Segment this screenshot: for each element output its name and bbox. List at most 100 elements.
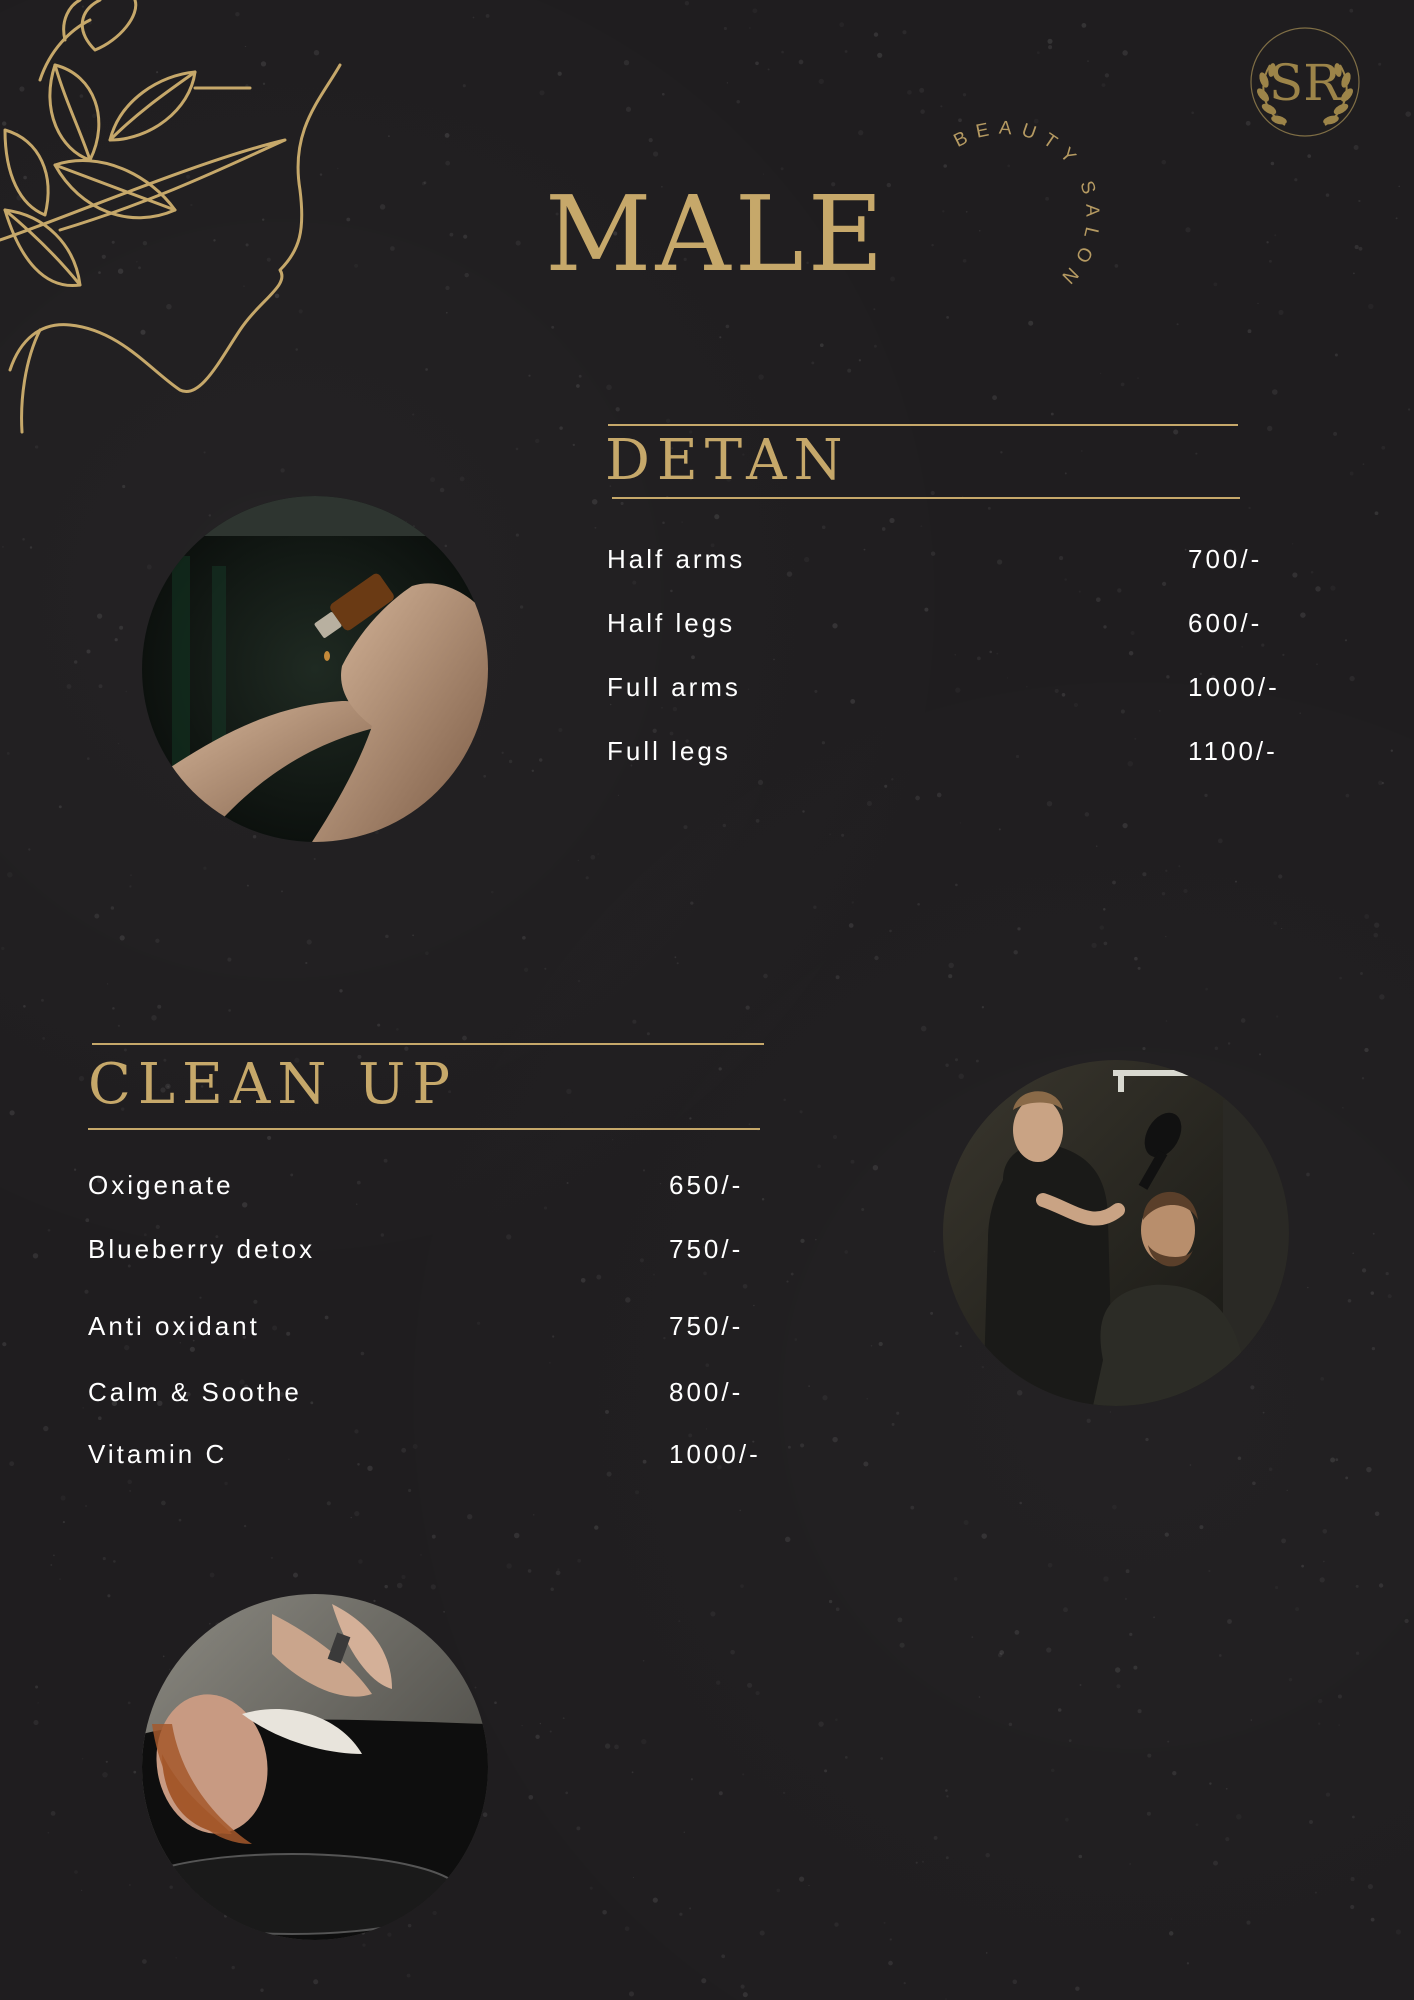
- speckle: [127, 1701, 131, 1705]
- speckle: [1213, 1860, 1218, 1866]
- speckle: [324, 1315, 329, 1320]
- detan-item-price: 700/-: [1188, 544, 1263, 574]
- speckle: [129, 1490, 131, 1492]
- detan-item-name: Half arms: [607, 544, 746, 574]
- speckle: [594, 526, 597, 529]
- speckle: [107, 1594, 111, 1598]
- speckle: [412, 413, 415, 416]
- speckle: [515, 447, 519, 451]
- speckle: [996, 653, 998, 655]
- speckle: [23, 1004, 26, 1008]
- speckle: [199, 1296, 202, 1299]
- speckle: [133, 1770, 137, 1774]
- speckle: [162, 1655, 165, 1658]
- speckle: [718, 1067, 722, 1071]
- speckle: [777, 1889, 781, 1893]
- speckle: [1299, 712, 1301, 714]
- speckle: [1026, 686, 1028, 688]
- speckle: [425, 368, 428, 371]
- speckle: [355, 1203, 358, 1206]
- speckle: [790, 1272, 794, 1276]
- speckle: [80, 1889, 83, 1892]
- speckle: [117, 1024, 120, 1027]
- speckle: [652, 728, 657, 733]
- speckle: [367, 1465, 373, 1472]
- speckle: [590, 854, 596, 860]
- speckle: [800, 1443, 805, 1448]
- speckle: [635, 1490, 639, 1494]
- speckle: [1101, 83, 1106, 87]
- speckle: [552, 1335, 555, 1338]
- speckle: [749, 27, 751, 29]
- speckle: [747, 688, 750, 690]
- speckle: [948, 962, 954, 969]
- svg-text:BEAUTY SALON: BEAUTY SALON: [950, 117, 1102, 293]
- speckle: [874, 955, 879, 961]
- speckle: [61, 1495, 66, 1500]
- speckle: [1404, 1618, 1409, 1624]
- speckle: [354, 1510, 360, 1517]
- speckle: [798, 59, 804, 65]
- speckle: [755, 819, 760, 823]
- speckle: [373, 1599, 376, 1603]
- speckle: [819, 343, 824, 348]
- speckle: [802, 810, 805, 813]
- speckle: [1407, 408, 1411, 411]
- speckle: [1078, 590, 1081, 593]
- speckle: [147, 565, 152, 570]
- speckle: [625, 1297, 631, 1303]
- speckle: [1000, 451, 1003, 454]
- speckle: [37, 1702, 38, 1703]
- speckle: [844, 1756, 848, 1759]
- cleanup-item-name: Anti oxidant: [88, 1311, 260, 1341]
- speckle: [449, 232, 454, 237]
- speckle: [1227, 1042, 1231, 1045]
- speckle: [407, 1923, 412, 1928]
- speckle: [377, 1023, 381, 1027]
- speckle: [832, 623, 838, 629]
- speckle: [753, 1304, 755, 1307]
- speckle: [773, 658, 775, 661]
- speckle: [326, 1501, 331, 1506]
- speckle: [463, 234, 468, 239]
- speckle: [1166, 1020, 1168, 1022]
- speckle: [1103, 908, 1106, 911]
- speckle: [962, 93, 967, 97]
- speckle: [641, 1739, 646, 1744]
- speckle: [755, 1691, 759, 1695]
- speckle: [1250, 1719, 1253, 1721]
- speckle: [127, 1480, 132, 1485]
- barber-hair-dryer-photo: [943, 1060, 1289, 1406]
- speckle: [559, 426, 563, 430]
- speckle: [9, 1110, 15, 1116]
- speckle: [404, 1046, 409, 1051]
- speckle: [1122, 822, 1128, 829]
- speckle: [1378, 781, 1383, 786]
- speckle: [1048, 1563, 1053, 1568]
- speckle: [260, 1988, 264, 1993]
- speckle: [585, 876, 589, 880]
- speckle: [98, 684, 103, 689]
- speckle: [1217, 838, 1223, 844]
- speckle: [28, 848, 31, 851]
- speckle: [1388, 1294, 1392, 1298]
- speckle: [110, 906, 115, 910]
- detan-title: DETAN: [605, 428, 850, 493]
- speckle: [844, 50, 848, 53]
- speckle: [1064, 472, 1067, 475]
- speckle: [999, 1650, 1005, 1655]
- speckle: [380, 1233, 385, 1237]
- speckle: [401, 1447, 407, 1453]
- speckle: [420, 1554, 422, 1556]
- speckle: [872, 1164, 879, 1171]
- speckle: [421, 181, 426, 186]
- speckle: [539, 1722, 542, 1725]
- speckle: [1306, 1172, 1310, 1177]
- speckle: [483, 774, 487, 778]
- speckle: [953, 1577, 958, 1581]
- speckle: [113, 1560, 116, 1563]
- speckle: [955, 1331, 959, 1335]
- speckle: [1353, 272, 1355, 275]
- speckle: [1358, 246, 1363, 251]
- speckle: [883, 1921, 886, 1924]
